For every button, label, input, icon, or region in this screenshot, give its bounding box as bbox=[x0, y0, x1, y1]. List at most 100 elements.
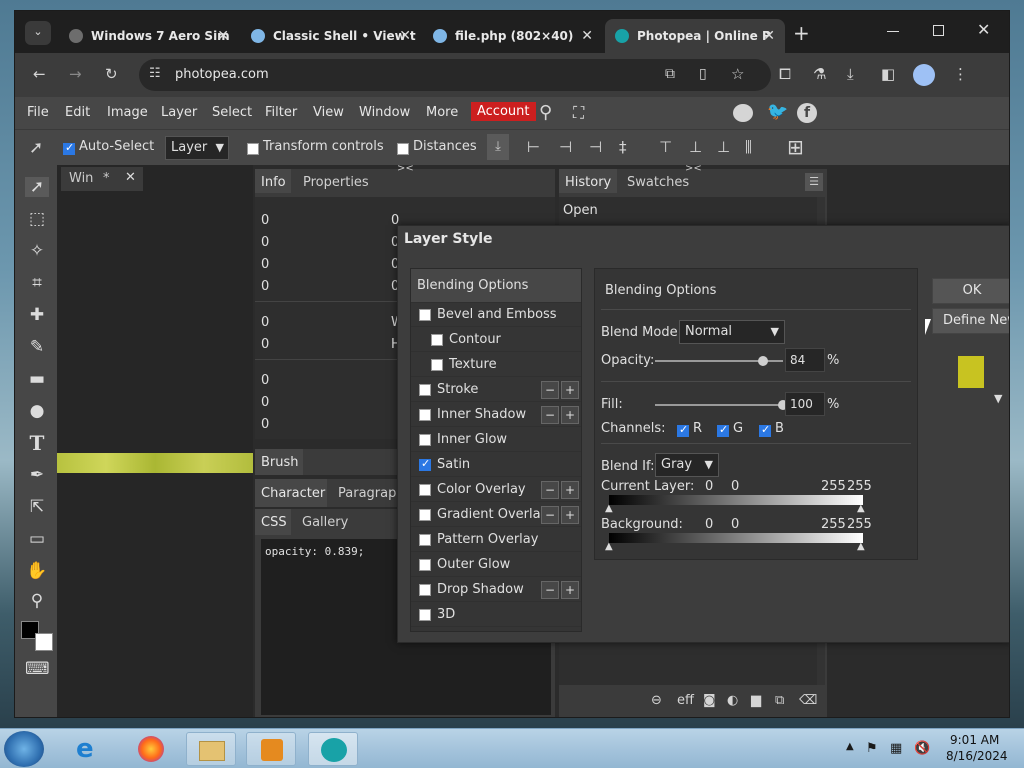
layer-style-item[interactable]: Contour bbox=[411, 328, 581, 352]
start-button[interactable] bbox=[4, 731, 44, 767]
shape-tool-icon[interactable]: ▭ bbox=[25, 529, 49, 549]
distances-checkbox[interactable] bbox=[397, 141, 409, 156]
align-download-icon[interactable]: ⤓ bbox=[487, 134, 509, 160]
account-button[interactable]: Account bbox=[471, 102, 536, 121]
close-document-icon[interactable]: ✕ bbox=[125, 170, 136, 185]
menu-file[interactable]: File bbox=[27, 105, 49, 120]
layer-style-checkbox[interactable] bbox=[419, 433, 431, 446]
tab-info[interactable]: Info bbox=[255, 169, 291, 193]
tab-character[interactable]: Character bbox=[255, 479, 327, 507]
layer-style-item[interactable]: Satin bbox=[411, 453, 581, 477]
expand-triangle-icon[interactable]: ▼ bbox=[994, 392, 1002, 405]
zoom-tool-icon[interactable]: ⚲ bbox=[25, 591, 49, 611]
photopea-taskbar-icon[interactable] bbox=[308, 732, 358, 766]
back-icon[interactable]: ← bbox=[33, 65, 46, 83]
link-icon[interactable]: ⊖ bbox=[651, 693, 662, 708]
layer-style-checkbox[interactable] bbox=[431, 358, 443, 371]
media-player-icon[interactable] bbox=[246, 732, 296, 766]
effects-icon[interactable]: eff bbox=[677, 693, 694, 708]
new-tab-button[interactable]: + bbox=[793, 21, 810, 45]
menu-image[interactable]: Image bbox=[107, 105, 148, 120]
keyboard-icon[interactable]: ⌨ bbox=[25, 659, 50, 679]
layer-style-checkbox[interactable] bbox=[419, 457, 431, 471]
install-app-icon[interactable]: ⧉ bbox=[665, 66, 675, 82]
auto-select-checkbox[interactable] bbox=[63, 141, 75, 156]
facebook-icon[interactable]: f bbox=[797, 103, 817, 123]
action-center-icon[interactable]: ⚑ bbox=[866, 741, 878, 756]
site-info-icon[interactable]: ☷ bbox=[149, 66, 161, 81]
menu-edit[interactable]: Edit bbox=[65, 105, 90, 120]
align-left-icon[interactable]: ⊢ bbox=[527, 138, 540, 156]
tab-properties[interactable]: Properties bbox=[303, 175, 369, 190]
layer-style-item[interactable]: Gradient Overlay − + bbox=[411, 503, 581, 527]
download-icon[interactable]: ⤓ bbox=[847, 65, 854, 83]
opacity-input[interactable]: 84 bbox=[785, 348, 825, 372]
tab-search-button[interactable]: ⌄ bbox=[25, 21, 51, 45]
tab-history[interactable]: History bbox=[559, 169, 617, 193]
side-panel-icon[interactable]: ◧ bbox=[881, 65, 895, 83]
menu-layer[interactable]: Layer bbox=[161, 105, 197, 120]
maximize-icon[interactable] bbox=[933, 25, 944, 36]
background-left-handle[interactable]: ▲ bbox=[605, 541, 613, 552]
reddit-icon[interactable] bbox=[733, 104, 753, 122]
more-menu-icon[interactable]: ⋮ bbox=[953, 65, 968, 83]
align-right-icon[interactable]: ⊣ bbox=[589, 138, 602, 156]
search-icon[interactable]: ⚲ bbox=[539, 102, 552, 123]
close-tab-icon[interactable]: ✕ bbox=[217, 28, 229, 44]
layer-style-checkbox[interactable] bbox=[419, 383, 431, 396]
panel-menu-icon[interactable]: ☰ bbox=[805, 173, 823, 191]
tab-photopea[interactable]: Photopea | Online P ✕ bbox=[605, 19, 785, 53]
document-tab[interactable]: Win * ✕ bbox=[61, 167, 143, 191]
menu-more[interactable]: More bbox=[426, 105, 458, 120]
tab-brush[interactable]: Brush bbox=[255, 449, 303, 475]
background-gradient[interactable] bbox=[609, 533, 863, 543]
layer-style-item[interactable]: Color Overlay − + bbox=[411, 478, 581, 502]
crop-tool-icon[interactable]: ⌗ bbox=[25, 273, 49, 293]
reload-icon[interactable]: ↻ bbox=[105, 65, 118, 83]
text-tool-icon[interactable]: T bbox=[25, 431, 49, 455]
layer-style-checkbox[interactable] bbox=[419, 408, 431, 421]
firefox-icon[interactable] bbox=[124, 732, 174, 766]
add-style-button[interactable]: + bbox=[561, 506, 579, 524]
trash-icon[interactable]: ⌫ bbox=[799, 693, 817, 708]
distribute-horizontal-icon[interactable]: ⫼ bbox=[745, 138, 752, 156]
align-top-icon[interactable]: ⊤ bbox=[659, 138, 672, 156]
opacity-slider-knob[interactable] bbox=[757, 356, 768, 366]
volume-muted-icon[interactable]: 🔇 bbox=[914, 741, 930, 756]
fill-input[interactable]: 100 bbox=[785, 392, 825, 416]
marquee-tool-icon[interactable]: ⬚ bbox=[25, 209, 49, 229]
remove-style-button[interactable]: − bbox=[541, 581, 559, 599]
page-icon[interactable]: ▯ bbox=[699, 66, 707, 82]
menu-window[interactable]: Window bbox=[359, 105, 410, 120]
remove-style-button[interactable]: − bbox=[541, 381, 559, 399]
menu-select[interactable]: Select bbox=[212, 105, 252, 120]
move-tool-icon[interactable]: ➚ bbox=[29, 138, 43, 158]
layer-style-item[interactable]: Texture bbox=[411, 353, 581, 377]
file-explorer-icon[interactable] bbox=[186, 732, 236, 766]
mask-icon[interactable]: ◙ bbox=[703, 693, 716, 708]
bookmark-star-icon[interactable]: ☆ bbox=[731, 65, 744, 83]
layer-style-item[interactable]: Stroke − + bbox=[411, 378, 581, 402]
add-style-button[interactable]: + bbox=[561, 581, 579, 599]
blur-tool-icon[interactable]: ● bbox=[25, 401, 49, 421]
tab-css[interactable]: CSS bbox=[255, 509, 291, 535]
fill-slider[interactable] bbox=[655, 404, 783, 406]
labs-flask-icon[interactable]: ⚗ bbox=[813, 65, 826, 83]
tab-paragraph[interactable]: Paragraph bbox=[338, 486, 405, 501]
collapse-panel-icon[interactable]: >< bbox=[397, 163, 414, 174]
show-hidden-icons[interactable]: ▲ bbox=[846, 741, 854, 752]
remove-style-button[interactable]: − bbox=[541, 506, 559, 524]
ok-button[interactable]: OK bbox=[932, 278, 1009, 304]
layer-style-checkbox[interactable] bbox=[419, 308, 431, 321]
tab-file-php[interactable]: file.php (802×40) ✕ bbox=[423, 19, 603, 53]
adjustment-icon[interactable]: ◐ bbox=[727, 693, 738, 708]
canvas-image[interactable] bbox=[57, 453, 253, 473]
magic-wand-icon[interactable]: ✧ bbox=[25, 241, 49, 261]
network-icon[interactable]: ▦ bbox=[890, 741, 902, 756]
close-tab-icon[interactable]: ✕ bbox=[581, 28, 593, 44]
history-item[interactable]: Open bbox=[563, 203, 598, 218]
distribute-icon[interactable]: ‡ bbox=[619, 138, 627, 156]
pen-tool-icon[interactable]: ✒ bbox=[25, 465, 49, 485]
layer-style-item[interactable]: Inner Glow bbox=[411, 428, 581, 452]
profile-avatar[interactable] bbox=[913, 64, 935, 86]
